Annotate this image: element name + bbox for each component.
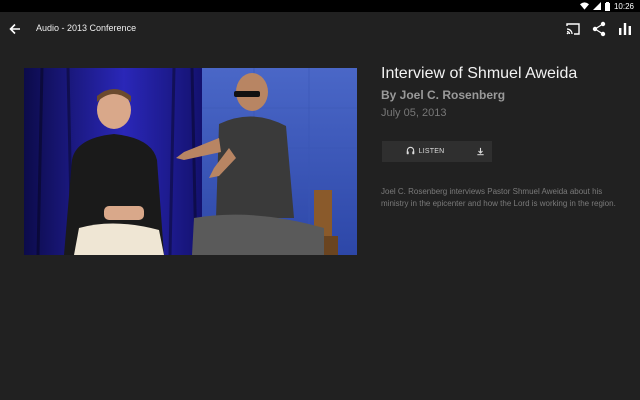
wifi-icon <box>579 2 589 10</box>
signal-icon <box>592 2 601 10</box>
headphones-icon <box>406 146 415 157</box>
status-icons: 10:26 <box>579 1 634 11</box>
episode-image <box>24 68 357 255</box>
listen-controls: LISTEN <box>382 141 492 162</box>
listen-button[interactable]: LISTEN <box>382 141 468 162</box>
clock: 10:26 <box>613 1 634 11</box>
status-bar: 10:26 <box>0 0 640 12</box>
arrow-back-icon[interactable] <box>6 20 24 38</box>
listen-label: LISTEN <box>418 148 445 155</box>
app-bar: Audio - 2013 Conference <box>0 12 640 46</box>
share-icon[interactable] <box>590 20 608 38</box>
toolbar-actions <box>564 20 634 38</box>
equalizer-icon[interactable] <box>616 20 634 38</box>
battery-icon <box>604 1 610 11</box>
episode-date: July 05, 2013 <box>381 107 447 119</box>
download-button[interactable] <box>468 141 492 162</box>
cast-icon[interactable] <box>564 20 582 38</box>
episode-author: By Joel C. Rosenberg <box>381 88 506 102</box>
download-icon <box>476 143 485 161</box>
episode-description: Joel C. Rosenberg interviews Pastor Shmu… <box>381 187 616 208</box>
episode-title: Interview of Shmuel Aweida <box>381 65 578 82</box>
app-title: Audio - 2013 Conference <box>36 23 137 33</box>
